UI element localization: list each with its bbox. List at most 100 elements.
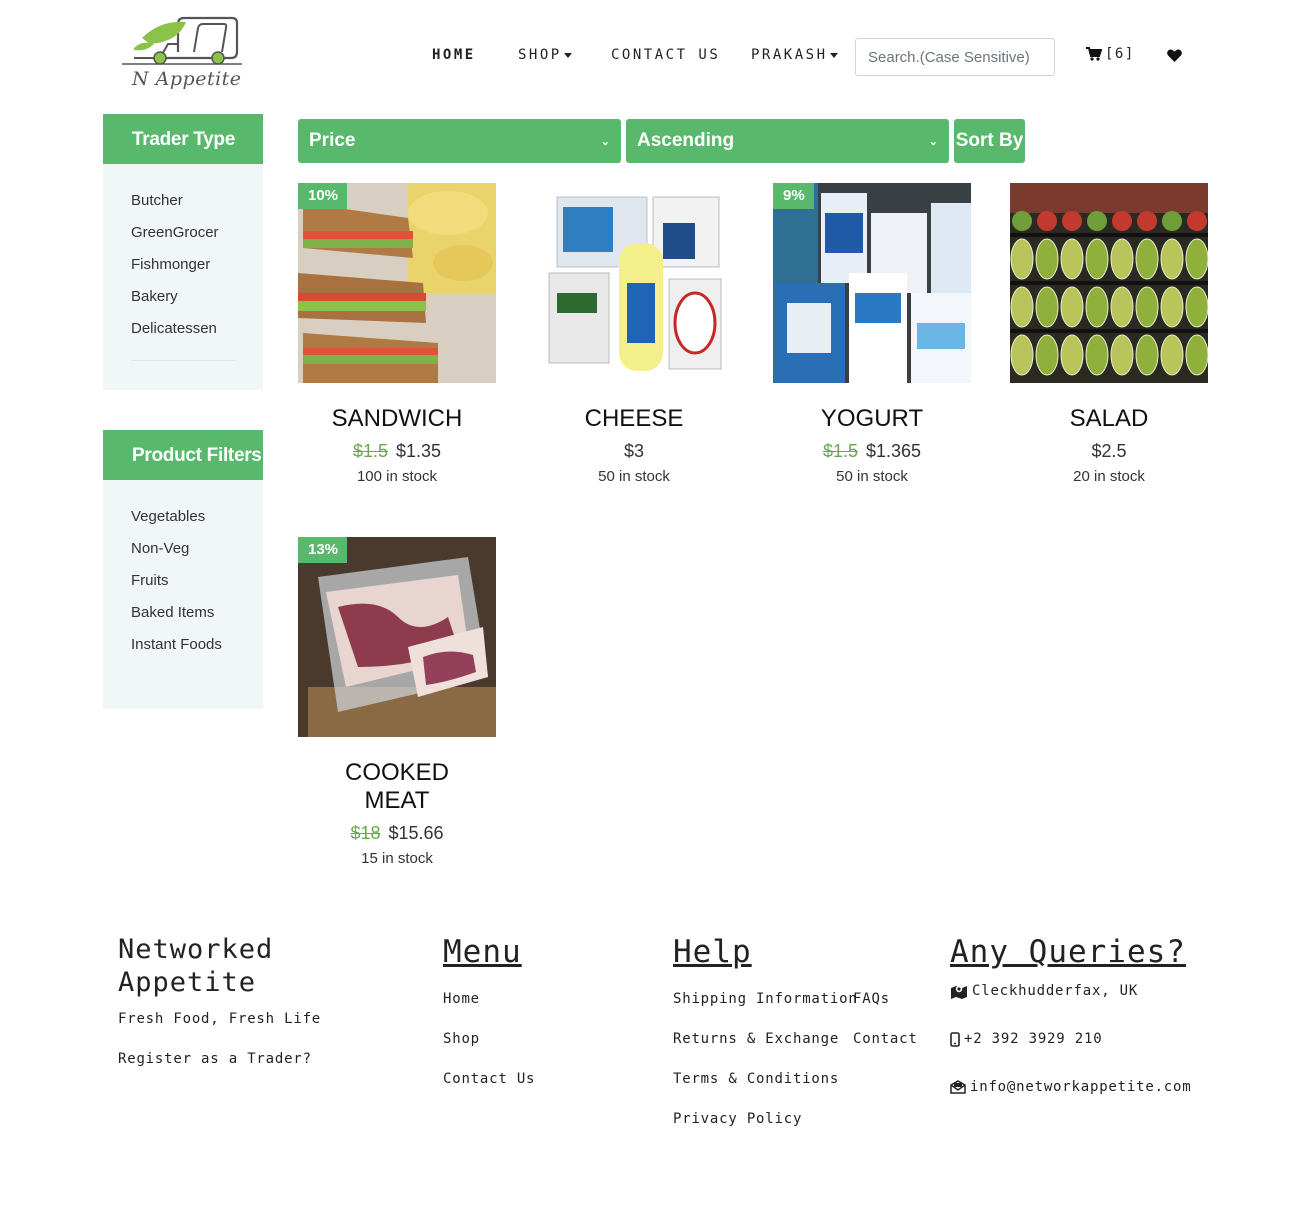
- nav-user-label: PRAKASH: [751, 47, 828, 63]
- sort-order-value: Ascending: [637, 130, 735, 151]
- product-price: $1.5 $1.35: [298, 441, 496, 462]
- sort-by-button[interactable]: Sort By: [954, 119, 1025, 163]
- nav-home[interactable]: HOME: [432, 47, 476, 63]
- product-card-yogurt[interactable]: 9% YOGURT $1.5 $1.365 50 in stock: [773, 183, 971, 485]
- envelope-icon: [950, 1080, 966, 1094]
- old-price: $1.5: [352, 441, 388, 461]
- product-name[interactable]: SALAD: [1010, 405, 1208, 433]
- footer-link-shop[interactable]: Shop: [443, 1031, 480, 1047]
- phone-icon: [950, 1031, 960, 1047]
- footer-address: Cleckhudderfax, UK: [950, 983, 1138, 999]
- product-card-sandwich[interactable]: 10% SANDWICH $1.5 $1.35 100 in stock: [298, 183, 496, 485]
- footer-menu-title: Menu: [443, 934, 522, 970]
- stock-count: 50 in stock: [598, 468, 670, 485]
- trader-type-panel: Trader Type Butcher GreenGrocer Fishmonger…: [103, 114, 263, 390]
- nav-contact-label: CONTACT US: [611, 47, 721, 63]
- footer-link-faqs[interactable]: FAQs: [853, 991, 890, 1007]
- sort-field-value: Price: [309, 130, 356, 151]
- footer-link-shipping[interactable]: Shipping Information: [673, 991, 858, 1007]
- footer-link-contact-us[interactable]: Contact Us: [443, 1071, 535, 1087]
- trader-type-item[interactable]: Delicatessen: [131, 316, 263, 348]
- product-name[interactable]: YOGURT: [773, 405, 971, 433]
- old-price: $18: [350, 823, 381, 843]
- nav-contact-us[interactable]: CONTACT US: [611, 47, 720, 63]
- product-card-cheese[interactable]: CHEESE $3 50 in stock: [535, 183, 733, 485]
- footer-brand-line1: Networked: [118, 934, 274, 965]
- product-card-salad[interactable]: SALAD $2.5 20 in stock: [1010, 183, 1208, 485]
- register-trader-link[interactable]: Register as a Trader?: [118, 1051, 312, 1067]
- product-card-cooked-meat[interactable]: 13% COOKED MEAT $18 $15.66 15 in stock: [298, 537, 496, 867]
- nav-home-label: HOME: [432, 47, 476, 63]
- product-price: $2.5: [1010, 441, 1208, 462]
- footer-tagline: Fresh Food, Fresh Life: [118, 1011, 322, 1027]
- stock-count: 20 in stock: [1073, 468, 1145, 485]
- caret-down-icon: [829, 52, 838, 58]
- logo-text: N Appetite: [132, 68, 242, 90]
- stock-count: 15 in stock: [361, 850, 433, 867]
- footer-email[interactable]: info@networkappetite.com: [950, 1079, 1192, 1095]
- footer-link-privacy[interactable]: Privacy Policy: [673, 1111, 802, 1127]
- sort-order-select[interactable]: Ascending ⌄: [626, 119, 949, 163]
- product-filter-item[interactable]: Instant Foods: [131, 632, 263, 664]
- heart-icon[interactable]: [1167, 49, 1182, 62]
- current-price: $1.365: [865, 441, 922, 461]
- footer-brand-line2: Appetite: [118, 967, 257, 998]
- footer-link-terms[interactable]: Terms & Conditions: [673, 1071, 839, 1087]
- footer-phone[interactable]: +2 392 3929 210: [950, 1031, 1102, 1047]
- chevron-down-icon: ⌄: [928, 135, 938, 148]
- nav-shop-dropdown[interactable]: SHOP: [518, 47, 572, 63]
- cart-button[interactable]: [6]: [1086, 46, 1135, 62]
- cart-icon: [1086, 47, 1102, 61]
- discount-badge: 13%: [298, 537, 348, 563]
- caret-down-icon: [563, 52, 572, 58]
- discount-badge: 9%: [773, 183, 814, 209]
- product-image-cooked-meat[interactable]: 13%: [298, 537, 496, 737]
- cart-count: [6]: [1105, 46, 1135, 62]
- footer-link-returns[interactable]: Returns & Exchange: [673, 1031, 839, 1047]
- trader-type-item[interactable]: Bakery: [131, 284, 263, 316]
- product-filter-item[interactable]: Fruits: [131, 568, 263, 600]
- address-text: Cleckhudderfax, UK: [972, 983, 1139, 999]
- current-price: $3: [623, 441, 645, 461]
- product-image-yogurt[interactable]: 9%: [773, 183, 971, 383]
- product-price: $3: [535, 441, 733, 462]
- nav-shop-label: SHOP: [518, 47, 562, 63]
- stock-count: 100 in stock: [356, 468, 438, 485]
- product-filter-item[interactable]: Baked Items: [131, 600, 263, 632]
- product-filters-panel: Product Filters Vegetables Non-Veg Fruits B…: [103, 430, 263, 709]
- product-image-salad[interactable]: [1010, 183, 1208, 383]
- product-filter-list: Vegetables Non-Veg Fruits Baked Items Instan…: [103, 480, 263, 664]
- product-price: $1.5 $1.365: [773, 441, 971, 462]
- trader-type-item[interactable]: Butcher: [131, 188, 263, 220]
- product-filter-item[interactable]: Non-Veg: [131, 536, 263, 568]
- footer-help-title: Help: [673, 934, 752, 970]
- product-name[interactable]: SANDWICH: [298, 405, 496, 433]
- trader-type-item[interactable]: GreenGrocer: [131, 220, 263, 252]
- product-image-sandwich[interactable]: 10%: [298, 183, 496, 383]
- trader-type-list: Butcher GreenGrocer Fishmonger Bakery Delica…: [103, 164, 263, 348]
- footer-brand: Networked Appetite: [118, 933, 273, 999]
- product-price: $18 $15.66: [298, 823, 496, 844]
- product-image-cheese[interactable]: [535, 183, 733, 383]
- sort-field-select[interactable]: Price ⌄: [298, 119, 621, 163]
- divider: [131, 360, 235, 361]
- trader-type-item[interactable]: Fishmonger: [131, 252, 263, 284]
- footer-link-contact[interactable]: Contact: [853, 1031, 918, 1047]
- chevron-down-icon: ⌄: [600, 135, 610, 148]
- product-name[interactable]: CHEESE: [535, 405, 733, 433]
- trader-type-title: Trader Type: [103, 114, 263, 164]
- product-name[interactable]: COOKED MEAT: [298, 759, 496, 815]
- map-marker-icon: [951, 985, 967, 999]
- footer-link-home[interactable]: Home: [443, 991, 480, 1007]
- current-price: $2.5: [1091, 441, 1127, 461]
- nav-user-dropdown[interactable]: PRAKASH: [751, 47, 838, 63]
- current-price: $15.66: [388, 823, 444, 843]
- phone-text: +2 392 3929 210: [964, 1031, 1103, 1047]
- current-price: $1.35: [396, 441, 442, 461]
- old-price: $1.5: [822, 441, 858, 461]
- stock-count: 50 in stock: [836, 468, 908, 485]
- search-input[interactable]: [855, 38, 1055, 76]
- product-filters-title: Product Filters: [103, 430, 263, 480]
- product-filter-item[interactable]: Vegetables: [131, 504, 263, 536]
- discount-badge: 10%: [298, 183, 348, 209]
